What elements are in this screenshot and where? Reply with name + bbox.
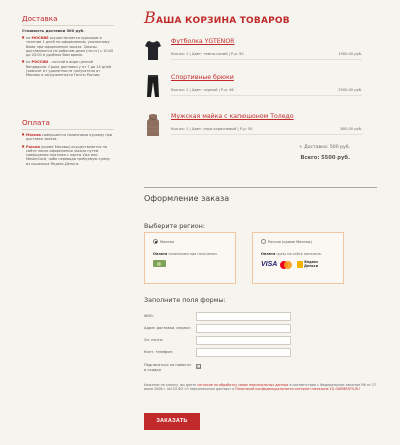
- payment-method-text: Оплата сразу на сайте магазина.: [261, 252, 322, 256]
- subscribe-checkbox[interactable]: ☑: [196, 364, 201, 369]
- payment-method-text: Оплата наличными при получении.: [153, 252, 218, 256]
- cart-item-price: 800.00 руб.: [340, 127, 362, 131]
- delivery-moscow-note: по МОСКВЕ осуществляется курьером в тече…: [22, 36, 114, 57]
- divider: [171, 59, 362, 60]
- radio-moscow[interactable]: [153, 239, 158, 244]
- name-input[interactable]: [196, 312, 291, 321]
- subscribe-label: Подписаться на новости и скидки: [144, 363, 191, 372]
- pants-thumbnail[interactable]: [144, 74, 162, 98]
- form-row-address: Адрес доставки, индекс:: [144, 324, 294, 334]
- region-option-moscow[interactable]: Москва Оплата наличными при получении.: [144, 232, 236, 284]
- field-label: Адрес доставки, индекс:: [144, 326, 192, 330]
- cart-item-price: 1900.00 руб.: [338, 52, 362, 56]
- cart-total: Всего: 5500 руб.: [300, 155, 351, 161]
- yandex-money-logo: Яндекс Деньги: [297, 260, 319, 269]
- delivery-cost: + Доставка: 500 руб.: [298, 145, 350, 150]
- order-title: Оформление заказа: [144, 194, 230, 203]
- cart-item-price: 2500.00 руб.: [338, 88, 362, 92]
- form-row-email: Эл. почта:: [144, 336, 294, 346]
- divider: [171, 95, 362, 96]
- field-label: Эл. почта:: [144, 338, 164, 342]
- payment-moscow-note: Москва совершается наличными курьеру при…: [22, 133, 114, 142]
- cart-item: Спортивные брюки Кол-во: 1 | Цвет: черны…: [144, 72, 362, 108]
- field-label: ФИО:: [144, 314, 154, 318]
- cart-item: Мужская майка с капюшоном Толедо Кол-во:…: [144, 111, 362, 147]
- form-row-name: ФИО:: [144, 312, 294, 322]
- cart-item-meta: Кол-во: 1 | Цвет: серо-коричневый | Р-р:…: [171, 127, 253, 131]
- region-label: Москва: [160, 239, 174, 244]
- wallet-icon: [297, 261, 303, 268]
- region-label: Россия (кроме Москвы): [268, 239, 312, 244]
- delivery-title: Доставка: [22, 14, 114, 26]
- cash-icon: [153, 260, 166, 267]
- mastercard-logo: [280, 261, 292, 269]
- delivery-cost-note: Стоимость доставки 300 руб.: [22, 29, 85, 33]
- tank-top-thumbnail[interactable]: [144, 113, 162, 137]
- divider: [171, 134, 362, 135]
- address-input[interactable]: [196, 324, 291, 333]
- tshirt-thumbnail[interactable]: [144, 38, 162, 62]
- cart-item-meta: Кол-во: 1 | Цвет: темно-синий | Р-р: 50: [171, 52, 244, 56]
- payment-russia-note: Россия (кроме Москвы) осуществляется на …: [22, 145, 114, 166]
- cart-item-name[interactable]: Спортивные брюки: [171, 74, 234, 81]
- submit-order-button[interactable]: ЗАКАЗАТЬ: [144, 413, 200, 430]
- cart-item: Футболка YGTENOR Кол-во: 1 | Цвет: темно…: [144, 36, 362, 72]
- form-row-phone: Конт. телефон:: [144, 348, 294, 358]
- payment-title: Оплата: [22, 118, 114, 130]
- radio-russia[interactable]: [261, 239, 266, 244]
- email-input[interactable]: [196, 336, 291, 345]
- phone-input[interactable]: [196, 348, 291, 357]
- section-divider: [144, 187, 377, 188]
- delivery-info: Доставка Стоимость доставки 300 руб. по …: [22, 14, 114, 81]
- region-option-russia[interactable]: Россия (кроме Москвы) Оплата сразу на са…: [252, 232, 344, 284]
- cart-item-name[interactable]: Футболка YGTENOR: [171, 38, 235, 45]
- region-title: Выберите регион:: [144, 222, 205, 230]
- cart-title: ВАША КОРЗИНА ТОВАРОВ: [144, 8, 290, 27]
- form-title: Заполните поля формы:: [144, 296, 226, 304]
- legal-consent-text: Нажатие на кнопку, вы даете согласие на …: [144, 383, 377, 392]
- visa-logo: VISA: [261, 261, 278, 268]
- delivery-russia-note: по РОССИИ – почтой в виде ценной бандеро…: [22, 60, 114, 77]
- field-label: Конт. телефон:: [144, 350, 174, 354]
- payment-info: Оплата Москва совершается наличными курь…: [22, 118, 114, 169]
- cart-item-meta: Кол-во: 1 | Цвет: черный | Р-р: 46: [171, 88, 234, 92]
- privacy-policy-link[interactable]: Политикой конфиденциальности интернет-ма…: [235, 387, 359, 391]
- cart-item-name[interactable]: Мужская майка с капюшоном Толедо: [171, 113, 294, 120]
